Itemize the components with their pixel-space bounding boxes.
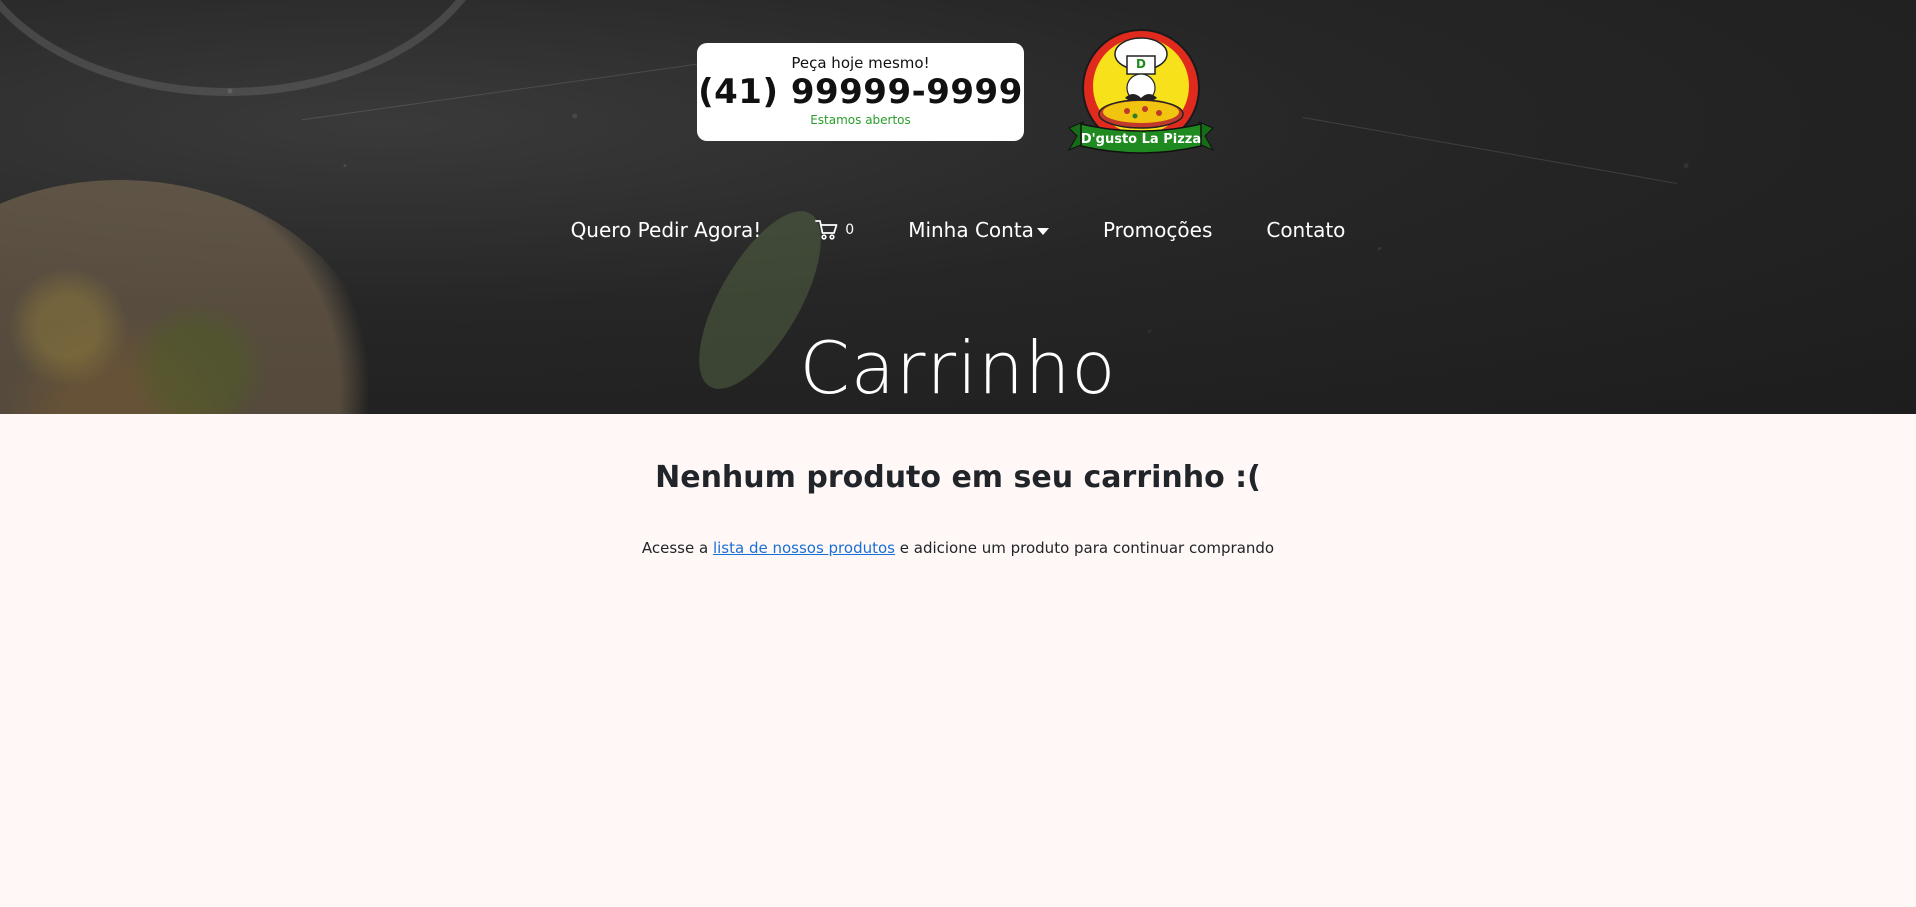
page-title: Carrinho (799, 326, 1117, 411)
phone-card-heading: Peça hoje mesmo! (791, 54, 930, 72)
nav-promotions[interactable]: Promoções (1103, 218, 1212, 242)
empty-cart-message: Acesse a lista de nossos produtos e adic… (0, 538, 1916, 558)
nav-account-label: Minha Conta (908, 218, 1034, 242)
nav-contact-label: Contato (1266, 218, 1346, 242)
cart-count: 0 (845, 222, 855, 238)
hero-header: Peça hoje mesmo! (41) 99999-9999 Estamos… (0, 0, 1916, 414)
cart-content: Nenhum produto em seu carrinho :( Acesse… (0, 458, 1916, 558)
nav-account-dropdown[interactable]: Minha Conta (908, 218, 1049, 242)
shopping-cart-icon (815, 220, 838, 240)
phone-card: Peça hoje mesmo! (41) 99999-9999 Estamos… (697, 43, 1024, 141)
empty-cart-msg-suffix: e adicione um produto para continuar com… (899, 539, 1275, 557)
logo-initial: D (1136, 57, 1146, 71)
logo-brand-text: D'gusto La Pizza (1081, 132, 1201, 147)
empty-cart-msg-prefix: Acesse a (641, 539, 709, 557)
nav-order-now-label: Quero Pedir Agora! (570, 218, 762, 242)
nav-promotions-label: Promoções (1102, 218, 1213, 242)
nav-cart[interactable]: 0 (815, 219, 854, 241)
nav-order-now[interactable]: Quero Pedir Agora! (571, 218, 762, 242)
open-status: Estamos abertos (810, 113, 911, 127)
nav-contact[interactable]: Contato (1266, 218, 1345, 242)
empty-cart-title: Nenhum produto em seu carrinho :( (655, 460, 1261, 495)
products-list-link[interactable]: lista de nossos produtos (713, 539, 895, 557)
main-nav: Quero Pedir Agora! 0 Minha Conta Promoçõ… (0, 212, 1916, 248)
phone-number[interactable]: (41) 99999-9999 (697, 72, 1024, 112)
caret-down-icon (1036, 227, 1049, 235)
dgusto-logo[interactable]: D D'gusto La Pizza (1061, 18, 1221, 158)
